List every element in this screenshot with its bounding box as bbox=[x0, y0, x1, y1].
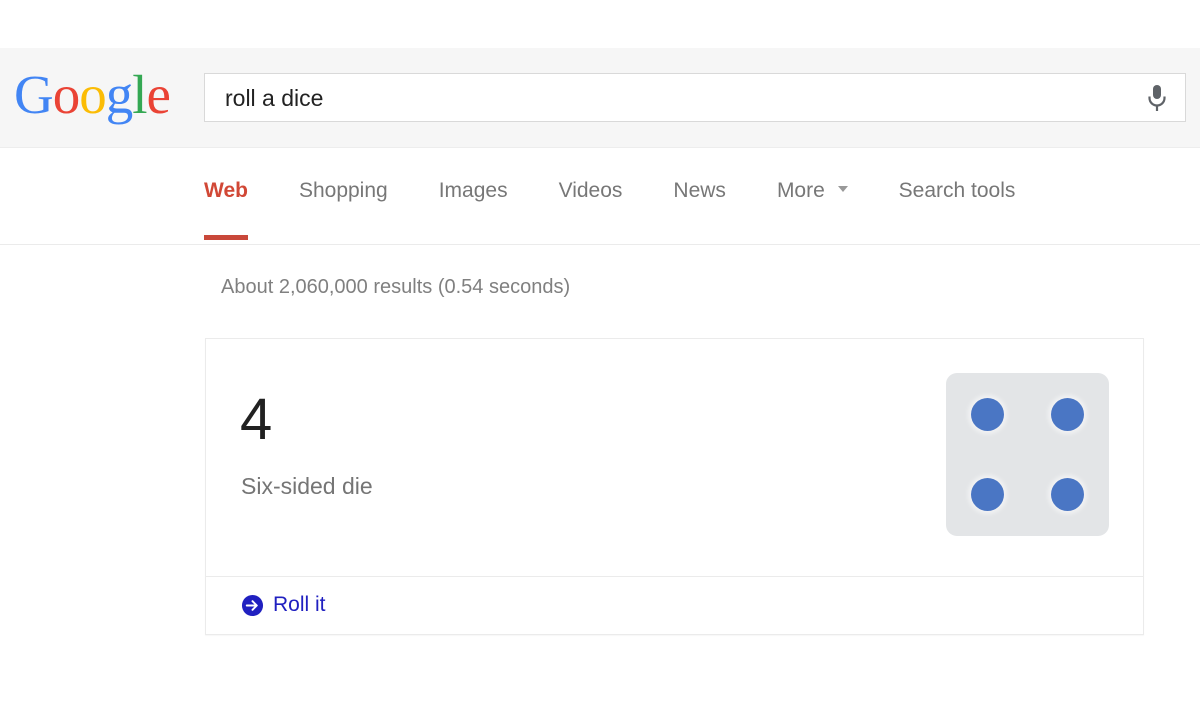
tab-web-label: Web bbox=[204, 179, 248, 202]
tab-news-label: News bbox=[673, 179, 726, 202]
tab-search-tools-label: Search tools bbox=[898, 179, 1016, 202]
top-spacer bbox=[0, 0, 1200, 48]
google-logo[interactable]: Google bbox=[14, 64, 171, 125]
result-stats: About 2,060,000 results (0.54 seconds) bbox=[221, 276, 571, 298]
logo-letter-o1: o bbox=[52, 64, 80, 125]
dice-answer-card: 4 Six-sided die Roll it bbox=[205, 338, 1144, 635]
tab-videos-label: Videos bbox=[558, 179, 623, 202]
tab-shopping[interactable]: Shopping bbox=[299, 178, 388, 210]
logo-letter-l: l bbox=[132, 64, 147, 125]
die-face-graphic bbox=[946, 373, 1109, 536]
logo-letter-g2: g bbox=[105, 64, 133, 125]
logo-letter-g1: G bbox=[14, 64, 54, 125]
nav-bar: Web Shopping Images Videos News More Sea… bbox=[0, 148, 1200, 245]
arrow-circle-right-icon bbox=[241, 594, 264, 616]
tab-active-underline bbox=[204, 235, 248, 240]
die-pip bbox=[1051, 398, 1084, 431]
chevron-down-icon bbox=[837, 186, 848, 193]
microphone-icon bbox=[1148, 85, 1166, 111]
search-input[interactable] bbox=[223, 74, 1127, 123]
roll-it-button[interactable]: Roll it bbox=[241, 593, 326, 617]
tab-more[interactable]: More bbox=[777, 178, 848, 210]
tab-search-tools[interactable]: Search tools bbox=[899, 178, 1016, 210]
dice-card-body: 4 Six-sided die bbox=[206, 339, 1143, 576]
nav-divider bbox=[0, 244, 1200, 245]
dice-result-value: 4 bbox=[240, 387, 272, 452]
die-pip bbox=[971, 398, 1004, 431]
search-type-tabs: Web Shopping Images Videos News More Sea… bbox=[204, 178, 1016, 240]
dice-card-footer: Roll it bbox=[206, 576, 1143, 635]
dice-type-label: Six-sided die bbox=[241, 473, 373, 499]
tab-images[interactable]: Images bbox=[439, 178, 508, 210]
search-header: Google bbox=[0, 48, 1200, 148]
search-box[interactable] bbox=[204, 73, 1186, 123]
die-pip bbox=[1051, 478, 1084, 511]
roll-it-label: Roll it bbox=[273, 593, 326, 616]
tab-images-label: Images bbox=[438, 179, 508, 202]
voice-search-button[interactable] bbox=[1139, 80, 1175, 116]
die-pip bbox=[971, 478, 1004, 511]
tab-videos[interactable]: Videos bbox=[559, 178, 623, 210]
tab-shopping-label: Shopping bbox=[298, 179, 388, 202]
logo-letter-e: e bbox=[146, 64, 171, 125]
tab-web[interactable]: Web bbox=[204, 178, 248, 240]
tab-news[interactable]: News bbox=[673, 178, 726, 210]
logo-letter-o2: o bbox=[79, 64, 106, 125]
tab-more-label: More bbox=[776, 179, 825, 202]
